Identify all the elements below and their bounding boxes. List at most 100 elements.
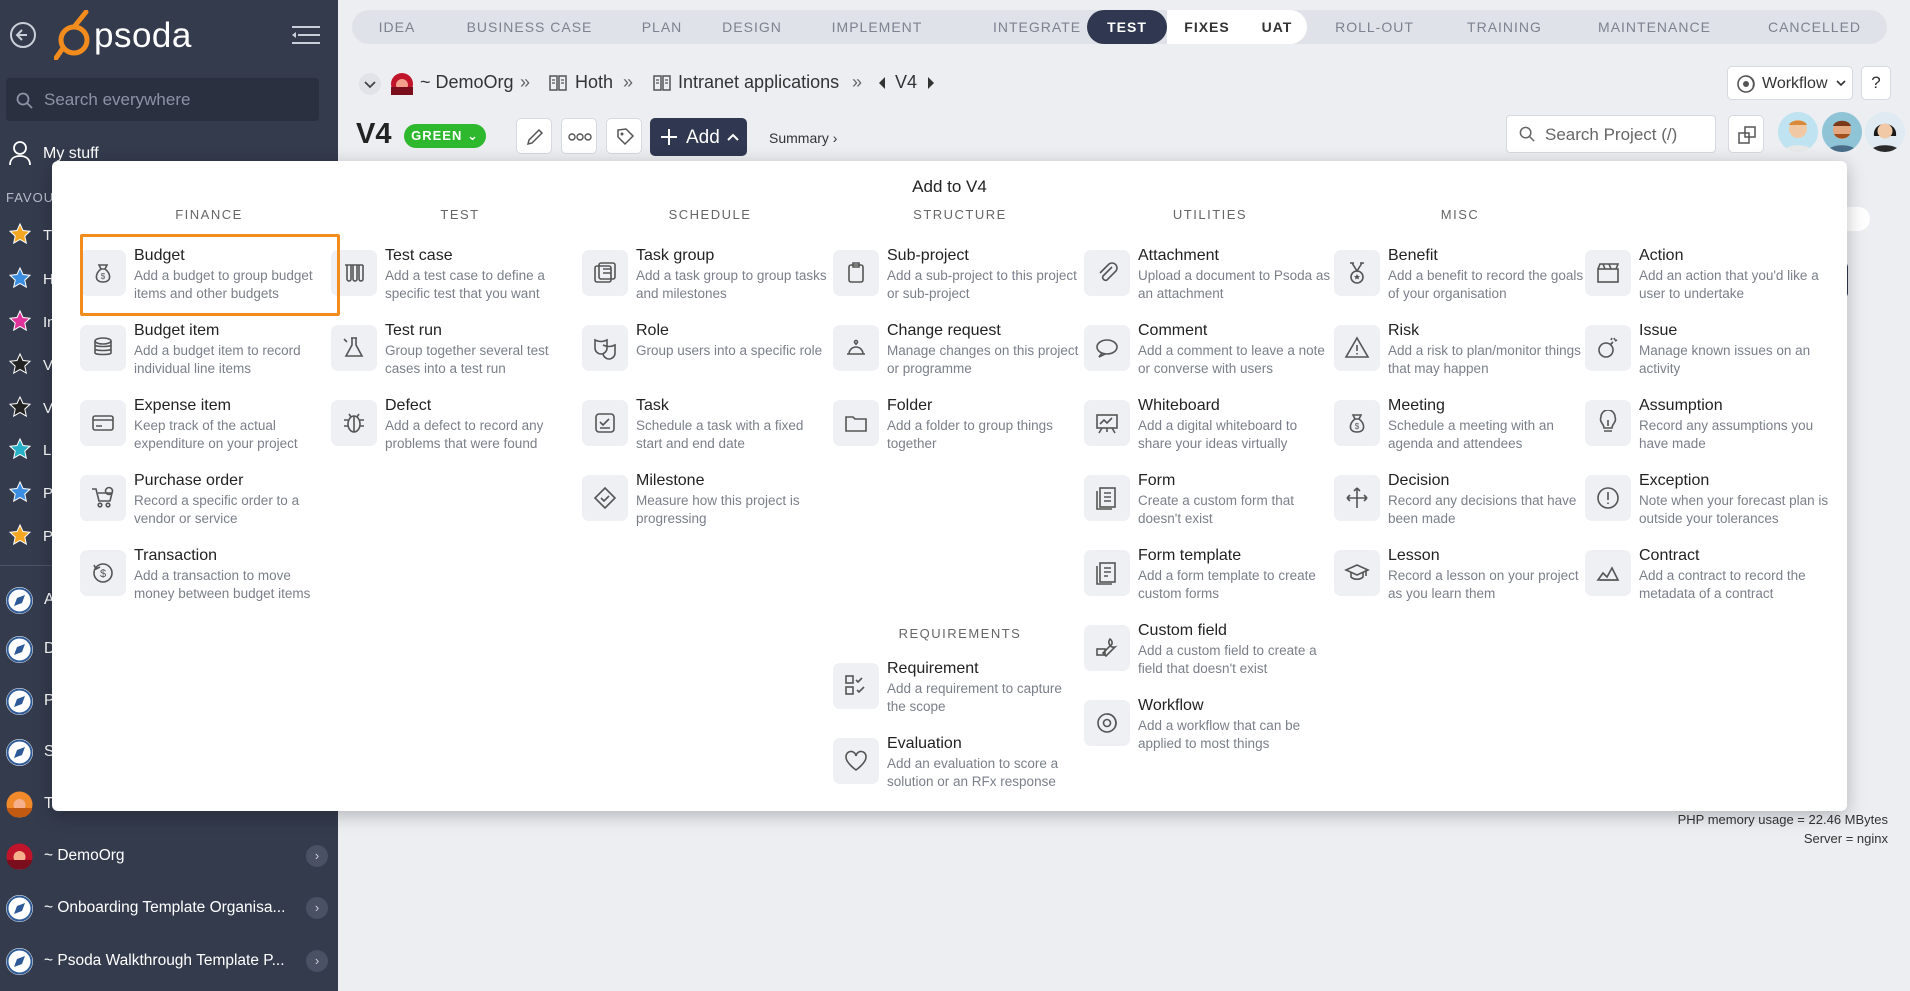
add-menu-item-requirement[interactable]: Requirement Add a requirement to capture …	[833, 660, 1073, 720]
add-menu-item-custom-field[interactable]: Custom field Add a custom field to create…	[1084, 622, 1324, 682]
add-menu-item-form[interactable]: Form Create a custom form that doesn't ex…	[1084, 472, 1324, 532]
global-search-input[interactable]	[44, 88, 304, 112]
help-button[interactable]: ?	[1861, 66, 1891, 100]
add-menu-item-defect[interactable]: Defect Add a defect to record any problem…	[331, 397, 571, 457]
add-button[interactable]: Add	[650, 118, 747, 156]
back-button[interactable]	[10, 22, 36, 48]
sidebar-item-label: ~ Psoda Walkthrough Template P...	[44, 952, 285, 969]
project-search-input[interactable]	[1545, 124, 1710, 146]
add-menu-item-issue[interactable]: Issue Manage known issues on an activity	[1585, 322, 1825, 382]
star-icon	[8, 480, 32, 503]
breadcrumb-expand-button[interactable]	[358, 72, 384, 96]
add-menu-item-assumption[interactable]: Assumption Record any assumptions you hav…	[1585, 397, 1825, 457]
add-menu-item-action[interactable]: Action Add an action that you'd like a us…	[1585, 247, 1825, 307]
favourite-item[interactable]: V	[8, 395, 53, 423]
phase-fixes[interactable]: FIXES	[1167, 10, 1247, 44]
avatar[interactable]	[1822, 112, 1862, 152]
add-menu-item-purchase-order[interactable]: Purchase order Record a specific order to…	[80, 472, 320, 532]
add-menu-item-sub-project[interactable]: Sub-project Add a sub-project to this pro…	[833, 247, 1077, 307]
add-menu-item-exception[interactable]: Exception Note when your forecast plan is…	[1585, 472, 1828, 532]
menu-item-name: Custom field	[1138, 622, 1227, 639]
svg-text:$: $	[1355, 422, 1360, 431]
add-menu-item-change-request[interactable]: Change request Manage changes on this pro…	[833, 322, 1078, 382]
menu-item-name: Test run	[385, 322, 442, 339]
workflow-button[interactable]: Workflow	[1727, 66, 1853, 100]
favourite-item[interactable]: P	[8, 523, 53, 551]
folder-icon	[845, 416, 867, 432]
coins-icon	[94, 337, 112, 356]
favourite-item[interactable]: In	[8, 309, 56, 337]
add-menu-item-risk[interactable]: Risk Add a risk to plan/monitor things th…	[1334, 322, 1581, 382]
sidebar-item[interactable]: ~ Psoda Walkthrough Template P... ›	[4, 944, 334, 978]
favourite-item[interactable]: T	[8, 222, 52, 250]
favourite-item[interactable]: L	[8, 437, 51, 465]
add-menu-item-whiteboard[interactable]: Whiteboard Add a digital whiteboard to sh…	[1084, 397, 1324, 457]
menu-item-icon-box	[1084, 400, 1130, 446]
menu-item-description: Group users into a specific role	[636, 343, 823, 358]
share-button[interactable]	[1728, 115, 1764, 153]
add-menu-item-workflow[interactable]: Workflow Add a workflow that can be appli…	[1084, 697, 1324, 757]
phase-training[interactable]: TRAINING	[1442, 10, 1567, 44]
next-arrow-icon[interactable]	[925, 76, 937, 90]
add-menu-item-transaction[interactable]: $ Transaction Add a transaction to move mo…	[80, 547, 320, 607]
add-menu-item-decision[interactable]: Decision Record any decisions that have b…	[1334, 472, 1576, 532]
star-icon	[8, 395, 32, 418]
phase-roll-out[interactable]: ROLL-OUT	[1307, 10, 1442, 44]
collapse-menu-button[interactable]	[290, 24, 322, 46]
add-menu-item-test-run[interactable]: Test run Group together several test case…	[331, 322, 571, 382]
add-menu-item-evaluation[interactable]: Evaluation Add an evaluation to score a s…	[833, 735, 1073, 795]
add-menu-item-expense-item[interactable]: Expense item Keep track of the actual exp…	[80, 397, 320, 457]
breadcrumb-programme[interactable]: Intranet applications	[678, 72, 839, 93]
add-menu-item-attachment[interactable]: Attachment Upload a document to Psoda as …	[1084, 247, 1330, 307]
add-menu-item-milestone[interactable]: Milestone Measure how this project is pro…	[582, 472, 822, 532]
phase-design[interactable]: DESIGN	[707, 10, 797, 44]
add-menu-item-form-template[interactable]: Form template Add a form template to crea…	[1084, 547, 1324, 607]
phase-test[interactable]: TEST	[1087, 10, 1167, 44]
favourite-item[interactable]: H	[8, 266, 54, 294]
add-menu-item-task-group[interactable]: Task group Add a task group to group task…	[582, 247, 827, 307]
phase-implement[interactable]: IMPLEMENT	[797, 10, 957, 44]
add-menu-item-comment[interactable]: Comment Add a comment to leave a note or …	[1084, 322, 1325, 382]
sidebar-item[interactable]: ~ DemoOrg ›	[4, 839, 334, 873]
user-icon	[9, 141, 31, 166]
avatar[interactable]	[1865, 112, 1905, 152]
more-options-button[interactable]	[561, 118, 597, 154]
sidebar-item[interactable]: ~ Onboarding Template Organisa... ›	[4, 891, 334, 925]
add-menu-item-meeting[interactable]: $ Meeting Schedule a meeting with an agend…	[1334, 397, 1574, 457]
avatar[interactable]	[1778, 112, 1818, 152]
summary-link[interactable]: Summary ›	[769, 130, 837, 146]
phase-idea[interactable]: IDEA	[352, 10, 442, 44]
previous-arrow-icon[interactable]	[876, 76, 888, 90]
menu-item-icon-box	[1334, 475, 1380, 521]
add-menu-item-benefit[interactable]: Benefit Add a benefit to record the goals…	[1334, 247, 1583, 307]
add-menu-item-budget-item[interactable]: Budget item Add a budget item to record i…	[80, 322, 320, 382]
add-menu-item-role[interactable]: Role Group users into a specific role	[582, 322, 822, 382]
my-stuff-link[interactable]	[8, 140, 32, 170]
breadcrumb-portfolio[interactable]: Hoth	[575, 72, 613, 93]
chevron-right-icon[interactable]: ›	[306, 950, 328, 972]
edit-button[interactable]	[516, 118, 552, 154]
add-menu-item-test-case[interactable]: Test case Add a test case to define a spe…	[331, 247, 571, 307]
star-icon	[8, 266, 32, 289]
phase-plan[interactable]: PLAN	[617, 10, 707, 44]
favourite-item[interactable]: P	[8, 480, 53, 508]
menu-item-name: Whiteboard	[1138, 397, 1220, 414]
phase-uat[interactable]: UAT	[1247, 10, 1307, 44]
breadcrumb-org[interactable]: ~ DemoOrg	[420, 72, 514, 93]
phase-business-case[interactable]: BUSINESS CASE	[442, 10, 617, 44]
phase-cancelled[interactable]: CANCELLED	[1742, 10, 1887, 44]
status-badge[interactable]: GREEN ⌄	[404, 124, 486, 148]
menu-item-name: Folder	[887, 397, 933, 414]
add-menu-item-task[interactable]: Task Schedule a task with a fixed start a…	[582, 397, 822, 457]
test-tubes-icon	[345, 264, 364, 282]
add-menu-item-lesson[interactable]: Lesson Record a lesson on your project as…	[1334, 547, 1579, 607]
chevron-right-icon[interactable]: ›	[306, 897, 328, 919]
tag-button[interactable]	[606, 118, 642, 154]
phase-maintenance[interactable]: MAINTENANCE	[1567, 10, 1742, 44]
menu-item-name: Purchase order	[134, 472, 244, 489]
breadcrumb-project[interactable]: V4	[895, 72, 917, 93]
favourite-item[interactable]: V	[8, 352, 53, 380]
add-menu-item-contract[interactable]: Contract Add a contract to record the met…	[1585, 547, 1825, 607]
add-menu-item-folder[interactable]: Folder Add a folder to group things toget…	[833, 397, 1073, 457]
chevron-right-icon[interactable]: ›	[306, 845, 328, 867]
